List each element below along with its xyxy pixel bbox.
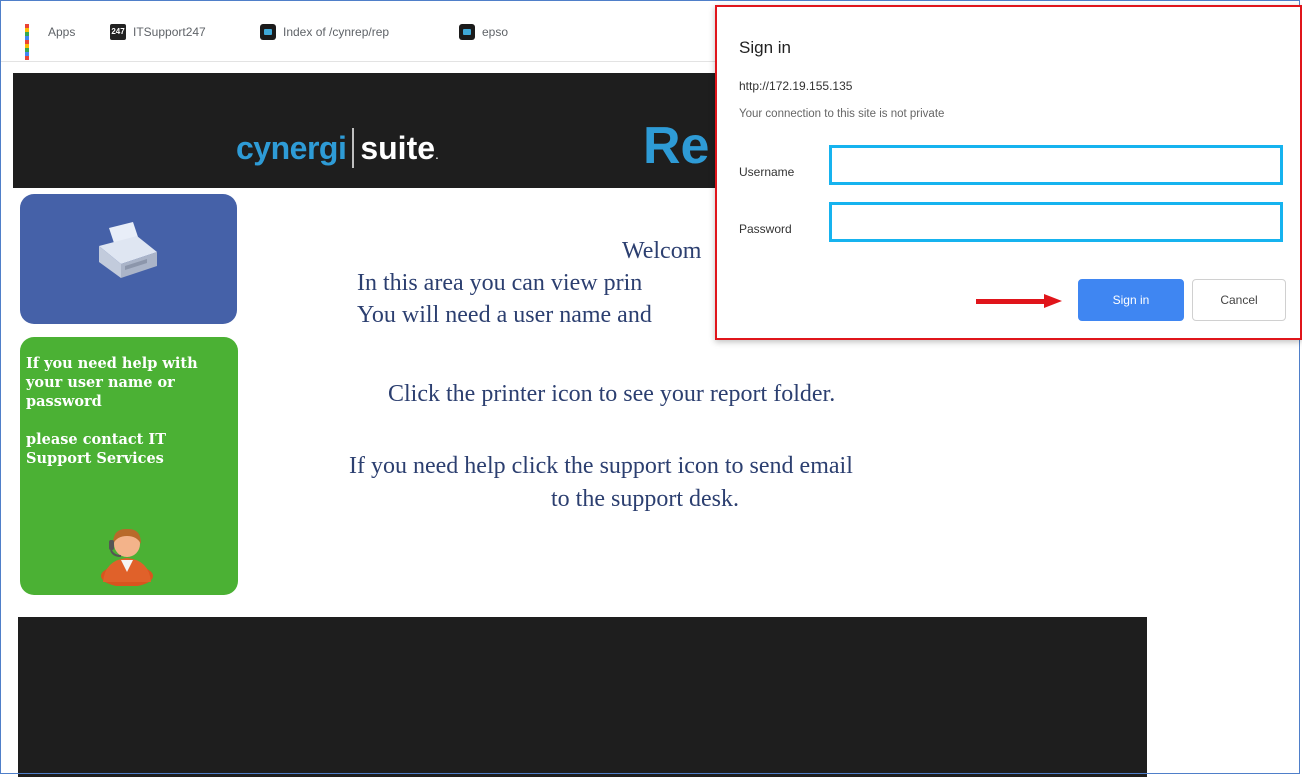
printer-tile[interactable] [20, 194, 237, 324]
bookmark-apps-label: Apps [48, 25, 76, 39]
welcome-heading: Welcom [622, 238, 702, 264]
bookmark-itsupport[interactable]: 247 ITSupport247 [110, 22, 206, 42]
password-field[interactable] [829, 202, 1283, 242]
index-favicon [260, 24, 276, 40]
logo-suite: suite [360, 129, 436, 166]
username-label: Username [739, 165, 795, 179]
printer-icon [99, 222, 157, 278]
bookmark-epso[interactable]: epso [459, 22, 508, 42]
password-label: Password [739, 222, 792, 236]
cancel-button[interactable]: Cancel [1192, 279, 1286, 321]
logo-cynergi: cynergi [236, 129, 347, 166]
support-tile: If you need help with your user name or … [20, 337, 238, 595]
username-field[interactable] [829, 145, 1283, 185]
cynergi-suite-logo: cynergi suite . [236, 128, 439, 168]
epso-favicon [459, 24, 475, 40]
sign-in-button[interactable]: Sign in [1078, 279, 1184, 321]
dialog-host: http://172.19.155.135 [739, 79, 853, 93]
bookmark-index-label: Index of /cynrep/rep [283, 25, 390, 39]
dialog-warning: Your connection to this site is not priv… [739, 108, 945, 120]
support-text-help: If you need help with your user name or … [26, 355, 198, 410]
welcome-line-credentials: You will need a user name and [357, 302, 652, 328]
red-arrow-icon [976, 294, 1062, 308]
sign-in-dialog: Sign in http://172.19.155.135 Your conne… [715, 5, 1302, 340]
bookmark-itsupport-label: ITSupport247 [133, 25, 206, 39]
welcome-line-support-desk: to the support desk. [551, 486, 739, 512]
itsupport-favicon: 247 [110, 24, 126, 40]
bookmark-index[interactable]: Index of /cynrep/rep [260, 22, 389, 42]
welcome-line-view: In this area you can view prin [357, 270, 643, 296]
logo-divider [352, 128, 355, 168]
support-person-icon[interactable] [97, 524, 157, 586]
logo-suffix: . [435, 146, 439, 162]
bookmark-apps[interactable]: Apps [25, 22, 76, 60]
banner-title: Re [643, 117, 710, 175]
apps-grid-icon [25, 24, 41, 60]
bottom-panel [18, 617, 1147, 777]
welcome-line-support: If you need help click the support icon … [349, 453, 853, 479]
support-text-contact: please contact IT Support Services [26, 431, 166, 467]
support-text: If you need help with your user name or … [26, 354, 231, 468]
welcome-line-printer: Click the printer icon to see your repor… [388, 381, 836, 407]
bookmark-epso-label: epso [482, 25, 509, 39]
dialog-title: Sign in [739, 38, 791, 57]
